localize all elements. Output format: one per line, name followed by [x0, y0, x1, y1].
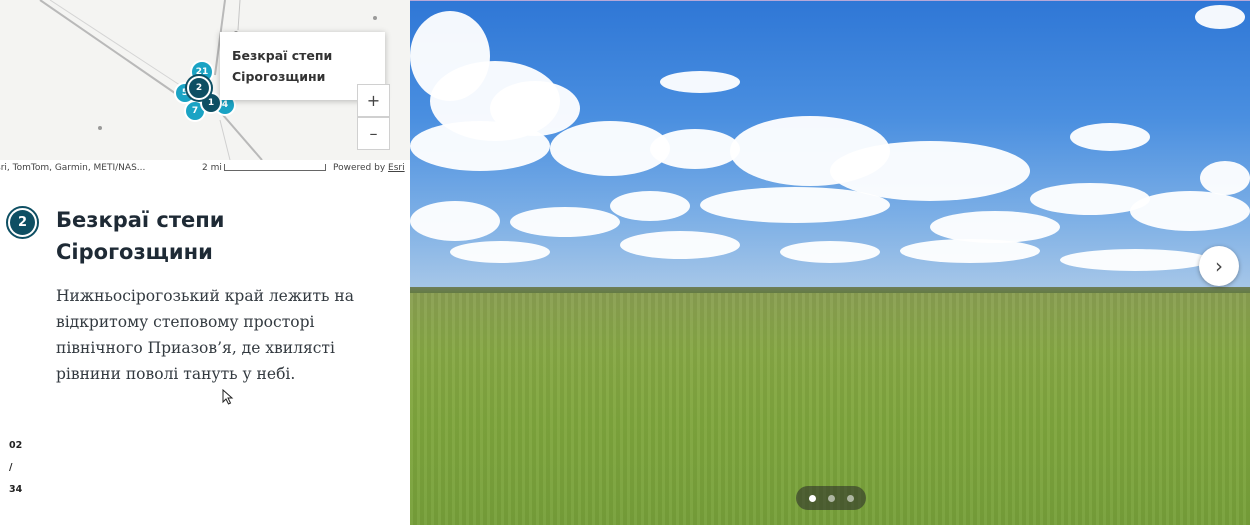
map-marker-active[interactable]: 2: [187, 76, 211, 100]
slide-dot-3[interactable]: [846, 494, 854, 502]
map-scale-label: 2 mi: [202, 163, 222, 173]
step-number-badge: 2: [6, 206, 39, 239]
zoom-in-button[interactable]: +: [357, 84, 390, 117]
next-slide-button[interactable]: ›: [1199, 246, 1239, 286]
story-body-line: Нижньосірогозький край лежить на: [56, 287, 354, 305]
story-body-line: рівнини поволі тануть у небі.: [56, 365, 296, 383]
story-title: Безкраї степи Сірогозщини: [56, 204, 396, 268]
powered-by: Powered by Esri: [333, 163, 405, 173]
story-body-line: північного Приазов’я, де хвилясті: [56, 339, 335, 357]
map-scale-bar: [224, 164, 326, 171]
map-popup-title-line: Сірогозщини: [232, 69, 326, 84]
map-attribution-bar: sri, TomTom, Garmin, METI/NAS... 2 mi Po…: [0, 160, 410, 176]
powered-by-text: Powered by: [333, 163, 386, 173]
step-number: 2: [10, 210, 35, 235]
steppe-photo: [410, 0, 1250, 525]
slide-indicator: [796, 486, 866, 510]
counter-separator: /: [9, 462, 13, 473]
slide-dot-1[interactable]: [808, 494, 816, 502]
story-panel: 5 21 7 4 1 2 Безкраї степи Сірогозщини +…: [0, 0, 410, 525]
zoom-out-button[interactable]: –: [357, 117, 390, 150]
story-title-line: Сірогозщини: [56, 240, 213, 264]
slide-counter: 02 / 34: [9, 440, 22, 506]
esri-link[interactable]: Esri: [388, 163, 405, 173]
counter-current: 02: [9, 440, 23, 451]
story-body-line: відкритому степовому просторі: [56, 313, 315, 331]
story-title-line: Безкраї степи: [56, 208, 225, 232]
chevron-right-icon: ›: [1215, 254, 1223, 278]
map-attribution: sri, TomTom, Garmin, METI/NAS...: [0, 163, 146, 173]
counter-total: 34: [9, 484, 23, 495]
map-view[interactable]: 5 21 7 4 1 2 Безкраї степи Сірогозщини +…: [0, 0, 410, 160]
story-body: Нижньосірогозький край лежить на відкрит…: [56, 283, 396, 387]
mouse-cursor-icon: [222, 389, 234, 405]
slide-dot-2[interactable]: [827, 494, 835, 502]
map-popup-title-line: Безкраї степи: [232, 48, 333, 63]
